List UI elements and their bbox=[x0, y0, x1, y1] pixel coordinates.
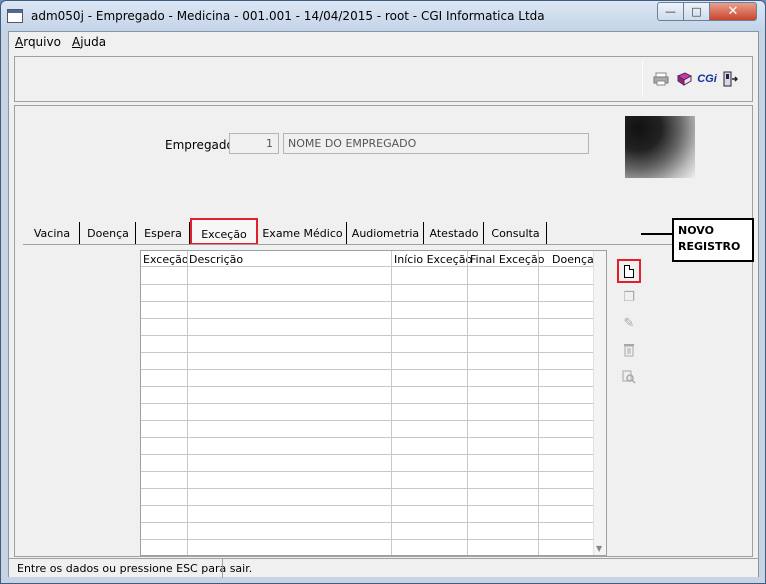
table-row[interactable] bbox=[141, 489, 593, 506]
search-document-icon bbox=[622, 370, 636, 384]
tab-exame-medico[interactable]: Exame Médico bbox=[259, 222, 347, 244]
book-icon[interactable] bbox=[675, 70, 693, 88]
copy-button[interactable]: ❐ bbox=[619, 287, 639, 307]
edit-button[interactable]: ✎ bbox=[619, 313, 639, 333]
column-header-excecao[interactable]: Exceção bbox=[143, 253, 189, 266]
callout-connector bbox=[641, 233, 672, 235]
menu-label: juda bbox=[80, 35, 107, 49]
table-row[interactable] bbox=[141, 523, 593, 540]
employee-label: Empregado: bbox=[165, 138, 238, 152]
menu-bar: Arquivo Ajuda bbox=[9, 32, 758, 52]
toolbar: CGi bbox=[14, 56, 753, 102]
employee-name-field: NOME DO EMPREGADO bbox=[283, 133, 589, 154]
window-title: adm050j - Empregado - Medicina - 001.001… bbox=[31, 9, 545, 23]
table-row[interactable] bbox=[141, 455, 593, 472]
close-button[interactable]: ✕ bbox=[709, 2, 757, 21]
tab-excecao[interactable]: Exceção bbox=[190, 218, 258, 245]
column-header-descricao[interactable]: Descrição bbox=[189, 253, 243, 266]
maximize-icon: □ bbox=[691, 5, 702, 18]
cgi-logo[interactable]: CGi bbox=[697, 70, 717, 88]
tab-vacina[interactable]: Vacina bbox=[25, 222, 80, 244]
employee-photo bbox=[625, 116, 695, 178]
maximize-button[interactable]: □ bbox=[683, 2, 710, 21]
table-row[interactable] bbox=[141, 506, 593, 523]
app-window: adm050j - Empregado - Medicina - 001.001… bbox=[0, 0, 766, 584]
tab-espera[interactable]: Espera bbox=[137, 222, 190, 244]
status-bar: Entre os dados ou pressione ESC para sai… bbox=[9, 558, 758, 578]
search-button[interactable] bbox=[619, 367, 639, 387]
menu-ajuda[interactable]: Ajuda bbox=[72, 35, 106, 49]
close-icon: ✕ bbox=[727, 4, 739, 19]
table-row[interactable] bbox=[141, 421, 593, 438]
tab-atestado[interactable]: Atestado bbox=[425, 222, 484, 244]
grid-scrollbar[interactable]: ▼ bbox=[593, 251, 606, 555]
column-header-final[interactable]: Final Exceção bbox=[470, 253, 544, 266]
employee-code-field[interactable]: 1 bbox=[229, 133, 279, 154]
toolbar-separator bbox=[642, 61, 643, 97]
menu-accelerator: A bbox=[15, 35, 24, 49]
copy-icon: ❐ bbox=[623, 289, 635, 305]
column-header-inicio[interactable]: Início Exceção bbox=[394, 253, 472, 266]
edit-icon: ✎ bbox=[623, 315, 635, 331]
table-row[interactable] bbox=[141, 387, 593, 404]
app-icon[interactable] bbox=[7, 9, 23, 23]
status-separator bbox=[222, 559, 223, 578]
table-row[interactable] bbox=[141, 302, 593, 319]
title-bar[interactable]: adm050j - Empregado - Medicina - 001.001… bbox=[1, 1, 765, 31]
menu-accelerator: A bbox=[72, 35, 81, 49]
printer-icon[interactable] bbox=[652, 70, 670, 88]
table-row[interactable] bbox=[141, 319, 593, 336]
client-area: Arquivo Ajuda CGi Empregado: 1 NOME DO E… bbox=[8, 31, 759, 578]
tab-audiometria[interactable]: Audiometria bbox=[348, 222, 424, 244]
minimize-button[interactable]: — bbox=[657, 2, 684, 21]
status-text: Entre os dados ou pressione ESC para sai… bbox=[17, 562, 253, 575]
table-row[interactable] bbox=[141, 438, 593, 455]
novo-registro-callout: NOVO REGISTRO bbox=[672, 218, 754, 262]
menu-label: rquivo bbox=[23, 35, 61, 49]
new-document-icon bbox=[624, 264, 634, 278]
table-row[interactable] bbox=[141, 404, 593, 421]
table-row[interactable] bbox=[141, 540, 593, 555]
new-record-button[interactable] bbox=[617, 259, 641, 283]
callout-line-2: REGISTRO bbox=[678, 240, 741, 253]
trash-icon bbox=[624, 344, 634, 357]
table-row[interactable] bbox=[141, 285, 593, 302]
callout-line-1: NOVO bbox=[678, 224, 714, 237]
delete-button[interactable] bbox=[619, 340, 639, 360]
menu-arquivo[interactable]: Arquivo bbox=[15, 35, 61, 49]
exit-door-icon[interactable] bbox=[721, 70, 739, 88]
tab-consulta[interactable]: Consulta bbox=[485, 222, 547, 244]
tab-doenca[interactable]: Doença bbox=[81, 222, 136, 244]
table-row[interactable] bbox=[141, 370, 593, 387]
table-row[interactable] bbox=[141, 336, 593, 353]
table-row[interactable] bbox=[141, 353, 593, 370]
grid-header: Exceção Descrição Início Exceção Final E… bbox=[141, 251, 594, 267]
column-header-doenca[interactable]: Doença bbox=[552, 253, 594, 266]
tab-divider bbox=[23, 244, 751, 245]
minimize-icon: — bbox=[665, 5, 676, 18]
scroll-down-icon[interactable]: ▼ bbox=[596, 544, 602, 553]
main-panel: Empregado: 1 NOME DO EMPREGADO Vacina Do… bbox=[14, 105, 754, 557]
table-row[interactable] bbox=[141, 472, 593, 489]
excecao-grid[interactable]: Exceção Descrição Início Exceção Final E… bbox=[140, 250, 607, 556]
table-row[interactable] bbox=[141, 268, 593, 285]
